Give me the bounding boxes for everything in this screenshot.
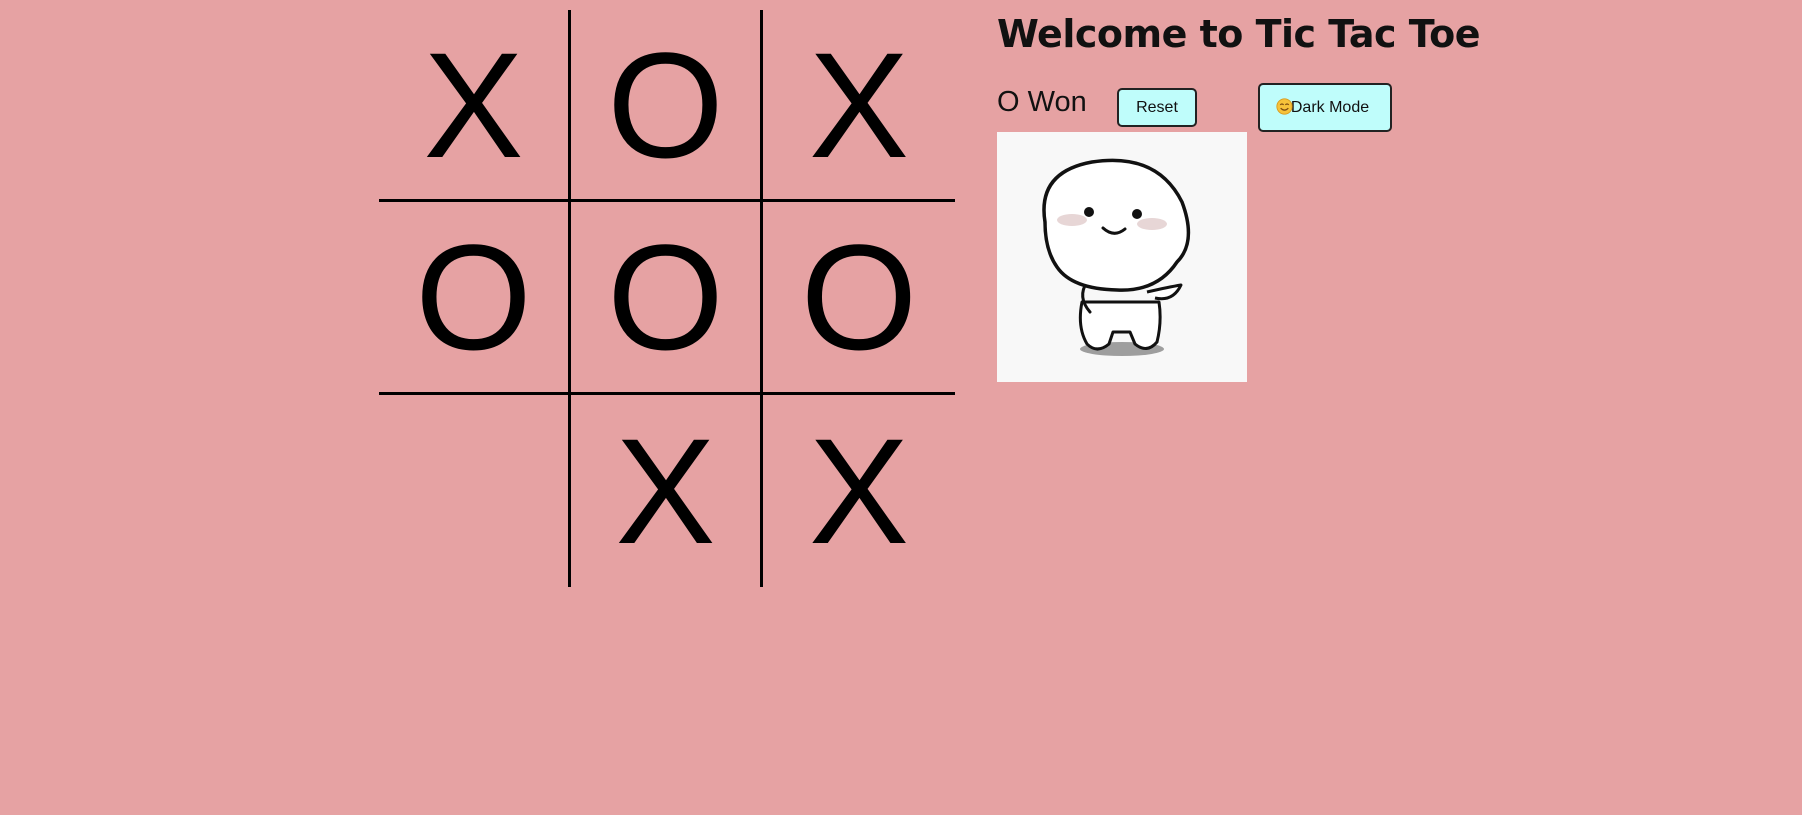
celebration-image [997, 132, 1247, 382]
game-status: O Won [997, 86, 1087, 118]
cute-dancing-character-icon [1042, 158, 1191, 356]
board-cell-6[interactable] [379, 395, 571, 587]
board-cell-1[interactable]: O [571, 10, 763, 202]
board-cell-5[interactable]: O [763, 202, 955, 395]
dark-mode-button-label: Dark Mode [1290, 98, 1370, 116]
board-cell-7[interactable]: X [571, 395, 763, 587]
page-title: Welcome to Tic Tac Toe [997, 12, 1480, 56]
reset-button-label: Reset [1136, 98, 1178, 116]
board-cell-4[interactable]: O [571, 202, 763, 395]
board-cell-8[interactable]: X [763, 395, 955, 587]
reset-button[interactable]: Reset [1117, 88, 1197, 127]
dark-mode-button[interactable]: Dark Mode [1258, 83, 1392, 132]
smiling-face-emoji-icon [1276, 98, 1293, 115]
tic-tac-toe-board: X O X O O O X X [379, 10, 955, 587]
board-cell-0[interactable]: X [379, 10, 571, 202]
board-cell-3[interactable]: O [379, 202, 571, 395]
board-cell-2[interactable]: X [763, 10, 955, 202]
